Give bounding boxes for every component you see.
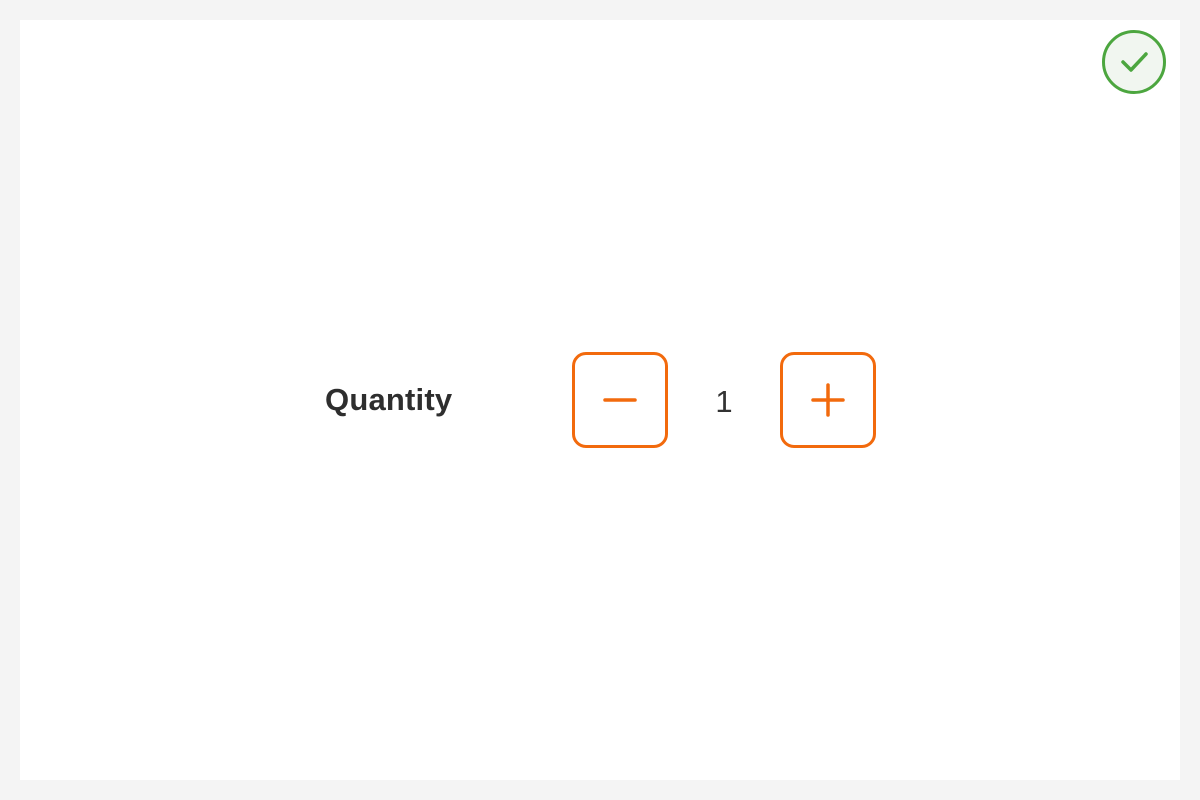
decrement-button[interactable] — [572, 352, 668, 448]
increment-button[interactable] — [780, 352, 876, 448]
check-icon — [1121, 52, 1148, 72]
quantity-label: Quantity — [325, 382, 453, 417]
minus-icon — [603, 398, 637, 402]
quantity-value: 1 — [715, 384, 733, 419]
confirm-button[interactable] — [1102, 30, 1166, 94]
quantity-panel: Quantity 1 — [20, 20, 1180, 780]
plus-icon — [811, 383, 845, 417]
